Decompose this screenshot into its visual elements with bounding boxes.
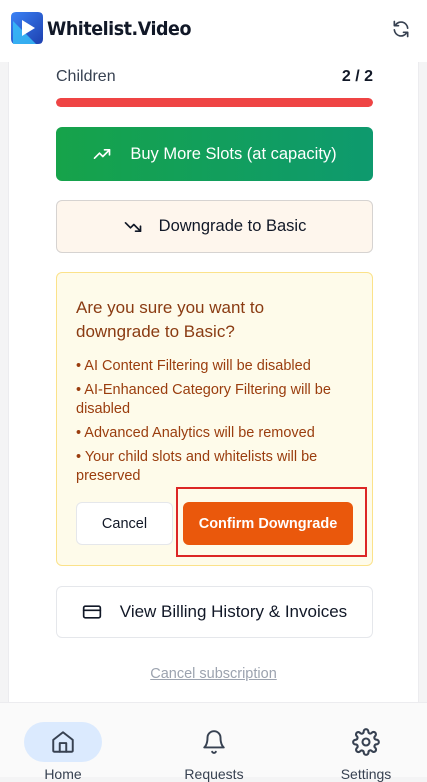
list-item: • Advanced Analytics will be removed [76, 425, 315, 441]
nav-label-home: Home [44, 766, 82, 782]
downgrade-label: Downgrade to Basic [158, 217, 307, 235]
app-name: Whitelist.Video [47, 18, 192, 40]
nav-label-settings: Settings [340, 766, 392, 782]
list-item: • Your child slots and whitelists will b… [76, 449, 318, 484]
credit-card-icon [82, 602, 102, 622]
nav-label-requests: Requests [184, 766, 244, 782]
cancel-subscription-link[interactable]: Cancel subscription [0, 666, 427, 682]
gear-icon [352, 728, 380, 756]
list-item: • AI Content Filtering will be disabled [76, 358, 311, 374]
children-usage-label: Children [56, 68, 116, 85]
refresh-button[interactable] [389, 17, 413, 41]
bottom-nav: Home Requests Settings [0, 702, 427, 782]
nav-item-settings[interactable]: Settings [306, 703, 426, 782]
nav-item-requests[interactable]: Requests [154, 703, 274, 782]
children-usage-count: 2 / 2 [341, 68, 373, 85]
buy-more-slots-button[interactable]: Buy More Slots (at capacity) [56, 127, 373, 181]
downgrade-consequences-list: • AI Content Filtering will be disabled … [76, 357, 356, 491]
children-usage-bar [56, 98, 373, 107]
nav-icon-box [194, 722, 234, 762]
confirm-downgrade-button[interactable]: Confirm Downgrade [183, 502, 353, 545]
app-header: Whitelist.Video [0, 0, 427, 62]
home-icon [50, 729, 76, 755]
app-logo-icon [10, 9, 44, 47]
billing-history-button[interactable]: View Billing History & Invoices [56, 586, 373, 638]
nav-item-home[interactable]: Home [3, 703, 123, 782]
billing-history-label: View Billing History & Invoices [119, 602, 348, 621]
buy-more-slots-label: Buy More Slots (at capacity) [130, 144, 337, 163]
cancel-button[interactable]: Cancel [76, 502, 173, 545]
trending-down-icon [123, 217, 143, 237]
trending-up-icon [92, 144, 112, 164]
nav-icon-box [346, 722, 386, 762]
downgrade-button[interactable]: Downgrade to Basic [56, 200, 373, 253]
bell-icon [201, 729, 227, 755]
nav-active-indicator [24, 722, 102, 762]
children-usage-fill [56, 98, 373, 107]
confirm-title: Are you sure you want to downgrade to Ba… [76, 298, 265, 341]
refresh-icon [391, 19, 411, 39]
list-item: • AI-Enhanced Category Filtering will be… [76, 382, 331, 417]
